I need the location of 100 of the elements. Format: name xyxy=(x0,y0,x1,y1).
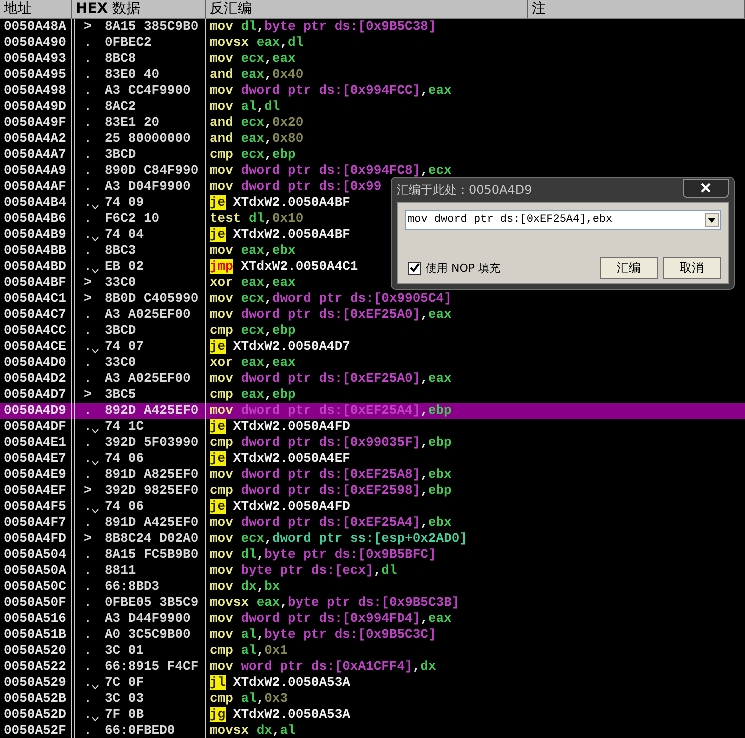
code-row[interactable]: 0050A4EF > 392D 9825EF0 cmp dword ptr ds:[0xEF2598],ebp xyxy=(0,483,745,499)
jump-marker: > xyxy=(84,531,92,547)
hex-cell-text: 0FBEC2 xyxy=(105,35,153,51)
address-cell-text: 0050A4CC xyxy=(3,323,68,339)
address-cell-text: 0050A4D2 xyxy=(3,371,68,387)
address-cell-text: 0050A4EF xyxy=(3,483,68,499)
code-row[interactable]: 0050A52D . 7F 0B jg XTdxW2.0050A53A xyxy=(0,707,745,723)
instruction-text: mov eax,ebx xyxy=(209,243,296,259)
nop-checkbox[interactable] xyxy=(408,262,421,274)
code-row[interactable]: 0050A504 . 8A15 FC5B9B0 mov dl,byte ptr ds:[0x9B5BFC] xyxy=(0,547,745,563)
address-cell-text: 0050A50C xyxy=(3,579,68,595)
close-button[interactable] xyxy=(683,178,729,198)
code-row[interactable]: 0050A495 . 83E0 40 and eax,0x40 xyxy=(0,67,745,83)
address-cell-text: 0050A4B4 xyxy=(3,195,68,211)
code-row[interactable]: 0050A4CC . 3BCD cmp ecx,ebp xyxy=(0,323,745,339)
jump-marker: . xyxy=(84,611,92,627)
code-row[interactable]: 0050A49F . 83E1 20 and ecx,0x20 xyxy=(0,115,745,131)
instruction-text: mov dword ptr ds:[0xEF25A0],eax xyxy=(209,371,452,387)
address-cell-text: 0050A4C7 xyxy=(3,307,68,323)
jump-marker: . xyxy=(84,451,92,467)
code-row[interactable]: 0050A4FD > 8B8C24 D02A0 mov ecx,dword ptr ss:[esp+0x2AD0] xyxy=(0,531,745,547)
code-row[interactable]: 0050A4C7 . A3 A025EF00 mov dword ptr ds:[0xEF25A0],eax xyxy=(0,307,745,323)
code-row[interactable]: 0050A4D7 > 3BC5 cmp eax,ebp xyxy=(0,387,745,403)
jump-marker: . xyxy=(84,723,92,738)
jump-marker: . xyxy=(84,323,92,339)
code-row[interactable]: 0050A48A > 8A15 385C9B0 mov dl,byte ptr ds:[0x9B5C38] xyxy=(0,19,745,35)
instruction-combo[interactable]: mov dword ptr ds:[0xEF25A4],ebx xyxy=(405,210,721,230)
code-row[interactable]: 0050A4D0 . 33C0 xor eax,eax xyxy=(0,355,745,371)
instruction-text: je XTdxW2.0050A4D7 xyxy=(209,339,350,355)
address-cell-text: 0050A4A7 xyxy=(3,147,68,163)
code-row[interactable]: 0050A4B9 . 74 04 je XTdxW2.0050A4BF xyxy=(0,227,745,243)
code-row[interactable]: 0050A4A9 . 890D C84F990 mov dword ptr ds:[0x994FC8],ecx xyxy=(0,163,745,179)
instruction-text: mov dword ptr ds:[0x994FD4],eax xyxy=(209,611,452,627)
code-row[interactable]: 0050A4E1 . 392D 5F03990 cmp dword ptr ds:[0x99035F],ebp xyxy=(0,435,745,451)
address-cell-text: 0050A4B9 xyxy=(3,227,68,243)
code-row[interactable]: 0050A4F5 . 74 06 je XTdxW2.0050A4FD xyxy=(0,499,745,515)
hex-cell-text: 891D A425EF0 xyxy=(105,515,200,531)
jump-marker: > xyxy=(84,19,92,35)
code-row[interactable]: 0050A4D9 . 892D A425EF0 mov dword ptr ds:[0xEF25A4],ebp xyxy=(0,403,745,419)
code-row[interactable]: 0050A50A . 8811 mov byte ptr ds:[ecx],dl xyxy=(0,563,745,579)
jump-marker: > xyxy=(84,483,92,499)
code-row[interactable]: 0050A4D2 . A3 A025EF00 mov dword ptr ds:[0xEF25A0],eax xyxy=(0,371,745,387)
instruction-text: mov dl,byte ptr ds:[0x9B5BFC] xyxy=(209,547,436,563)
column-header[interactable]: 反汇编 xyxy=(206,0,528,18)
hex-cell-text: 891D A825EF0 xyxy=(105,467,200,483)
code-row[interactable]: 0050A520 . 3C 01 cmp al,0x1 xyxy=(0,643,745,659)
address-cell-text: 0050A49D xyxy=(3,99,68,115)
jump-marker: . xyxy=(84,659,92,675)
jump-marker: > xyxy=(84,387,92,403)
instruction-text: cmp eax,ebp xyxy=(209,387,296,403)
code-row[interactable]: 0050A49D . 8AC2 mov al,dl xyxy=(0,99,745,115)
code-row[interactable]: 0050A490 . 0FBEC2 movsx eax,dl xyxy=(0,35,745,51)
code-row[interactable]: 0050A4A2 . 25 80000000 and eax,0x80 xyxy=(0,131,745,147)
hex-cell-text: 7F 0B xyxy=(105,707,146,723)
hex-cell-text: 3BCD xyxy=(105,323,138,339)
hex-cell-text: 74 04 xyxy=(105,227,146,243)
address-cell-text: 0050A4A9 xyxy=(3,163,68,179)
hex-cell-text: 74 06 xyxy=(105,451,146,467)
code-row[interactable]: 0050A516 . A3 D44F9900 mov dword ptr ds:[0x994FD4],eax xyxy=(0,611,745,627)
jump-marker: . xyxy=(84,467,92,483)
jump-marker: . xyxy=(84,403,92,419)
code-row[interactable]: 0050A529 . 7C 0F jl XTdxW2.0050A53A xyxy=(0,675,745,691)
code-row[interactable]: 0050A51B . A0 3C5C9B00 mov al,byte ptr ds:[0x9B5C3C] xyxy=(0,627,745,643)
column-header[interactable]: 地址 xyxy=(0,0,72,18)
address-cell-text: 0050A4E9 xyxy=(3,467,68,483)
hex-cell-text: 892D A425EF0 xyxy=(105,403,200,419)
dialog-button[interactable]: 汇编 xyxy=(600,257,658,279)
instruction-text: movsx eax,dl xyxy=(209,35,304,51)
code-row[interactable]: 0050A4A7 . 3BCD cmp ecx,ebp xyxy=(0,147,745,163)
jump-marker: . xyxy=(84,259,92,275)
code-row[interactable]: 0050A52B . 3C 03 cmp al,0x3 xyxy=(0,691,745,707)
code-row[interactable]: 0050A50F . 0FBE05 3B5C9 movsx eax,byte ptr ds:[0x9B5C3B] xyxy=(0,595,745,611)
hex-cell-text: 7C 0F xyxy=(105,675,146,691)
code-row[interactable]: 0050A4DF . 74 1C je XTdxW2.0050A4FD xyxy=(0,419,745,435)
code-row[interactable]: 0050A4F7 . 891D A425EF0 mov dword ptr ds:[0xEF25A4],ebx xyxy=(0,515,745,531)
code-row[interactable]: 0050A50C . 66:8BD3 mov dx,bx xyxy=(0,579,745,595)
jump-marker: . xyxy=(84,515,92,531)
code-row[interactable]: 0050A493 . 8BC8 mov ecx,eax xyxy=(0,51,745,67)
column-header[interactable]: 注 xyxy=(528,0,745,18)
jump-marker: > xyxy=(84,275,92,291)
jump-marker: . xyxy=(84,547,92,563)
code-row[interactable]: 0050A4C1 > 8B0D C405990 mov ecx,dword ptr ds:[0x9905C4] xyxy=(0,291,745,307)
instruction-text: mov dword ptr ds:[0xEF25A4],ebx xyxy=(209,515,452,531)
dropdown-arrow-icon xyxy=(708,218,716,222)
jump-marker: . xyxy=(84,147,92,163)
hex-cell-text: 8BC8 xyxy=(105,51,138,67)
hex-cell-text: 8BC3 xyxy=(105,243,138,259)
hex-cell-text: 3BCD xyxy=(105,147,138,163)
instruction-text: cmp dword ptr ds:[0x99035F],ebp xyxy=(209,435,452,451)
code-row[interactable]: 0050A52F . 66:0FBED0 movsx dx,al xyxy=(0,723,745,738)
jump-marker: . xyxy=(84,243,92,259)
code-row[interactable]: 0050A4E7 . 74 06 je XTdxW2.0050A4EF xyxy=(0,451,745,467)
address-cell-text: 0050A4F5 xyxy=(3,499,68,515)
code-row[interactable]: 0050A522 . 66:8915 F4CF mov word ptr ds:[0xA1CFF4],dx xyxy=(0,659,745,675)
column-header[interactable]: HEX 数据 xyxy=(72,0,206,18)
code-row[interactable]: 0050A4E9 . 891D A825EF0 mov dword ptr ds:[0xEF25A8],ebx xyxy=(0,467,745,483)
jump-marker: . xyxy=(84,419,92,435)
dialog-button[interactable]: 取消 xyxy=(663,257,721,279)
code-row[interactable]: 0050A498 . A3 CC4F9900 mov dword ptr ds:[0x994FCC],eax xyxy=(0,83,745,99)
code-row[interactable]: 0050A4CE . 74 07 je XTdxW2.0050A4D7 xyxy=(0,339,745,355)
